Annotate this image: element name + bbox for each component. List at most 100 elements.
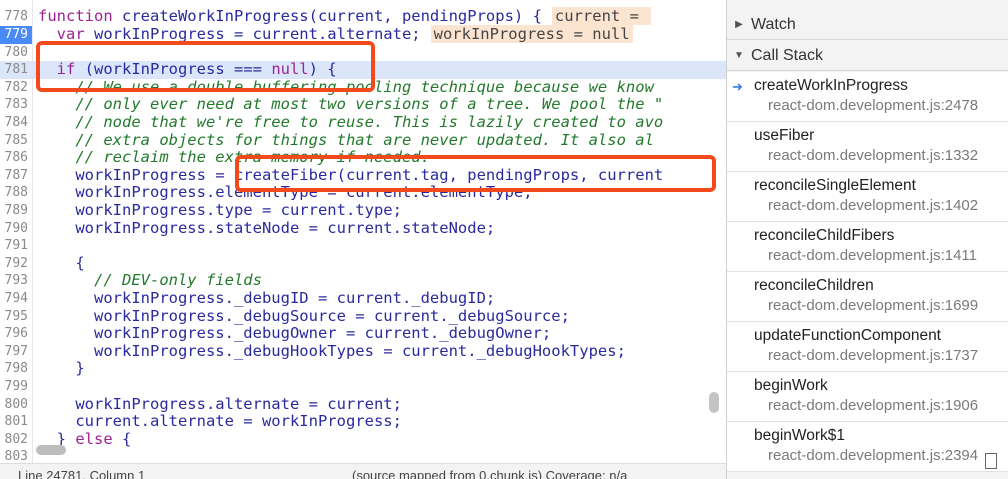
highlight-box-createfiber [235,155,716,192]
code-line[interactable]: 778 function createWorkInProgress(current… [0,7,726,26]
breakpoint-line-number[interactable]: 779 [0,26,32,44]
code-text: } [32,359,85,378]
code-line: 777 [0,0,726,6]
line-number[interactable]: 793 [0,272,32,290]
line-number[interactable]: 801 [0,413,32,431]
line-number[interactable]: 788 [0,184,32,202]
call-stack-frame[interactable]: beginWork react-dom.development.js:1906 [727,372,1008,422]
triangle-down-icon: ▼ [734,50,744,61]
line-number[interactable]: 783 [0,96,32,114]
line-number[interactable]: 802 [0,431,32,449]
code-token: { [38,253,85,272]
frame-function-name: reconcileSingleElement [754,177,916,194]
code-line[interactable]: 800 workInProgress.alternate = current; [0,395,726,414]
call-stack-label: Call Stack [751,46,824,64]
line-number[interactable]: 798 [0,360,32,378]
line-number[interactable]: 795 [0,308,32,326]
line-number[interactable]: 778 [0,8,32,26]
line-number[interactable]: 782 [0,79,32,97]
line-number[interactable]: 797 [0,343,32,361]
line-number[interactable]: 794 [0,290,32,308]
code-line[interactable]: 785 // extra objects for things that are… [0,130,726,150]
code-line[interactable]: 790 workInProgress.stateNode = current.s… [0,218,726,238]
call-stack-frame[interactable]: updateFunctionComponent react-dom.develop… [727,322,1008,372]
frame-function-name: createWorkInProgress [754,77,908,94]
code-text: // only ever need at most two versions o… [32,96,663,114]
vertical-scrollbar[interactable] [709,392,719,413]
code-text: // DEV-only fields [32,272,262,290]
frame-location: react-dom.development.js:1906 [768,397,979,414]
frame-location: react-dom.development.js:2394 [768,447,979,464]
code-comment: // only ever need at most two versions o… [38,95,664,114]
code-comment: // DEV-only fields [38,271,262,290]
call-stack-frame[interactable]: reconcileChildFibers react-dom.developmen… [727,222,1008,272]
code-line[interactable]: 795 workInProgress._debugSource = curren… [0,307,726,326]
cursor-position: Line 24781, Column 1 [18,468,146,479]
line-number[interactable]: 796 [0,325,32,343]
line-number[interactable]: 800 [0,396,32,414]
code-token: workInProgress.type = current.type; [38,201,402,219]
code-line[interactable]: 794 workInProgress._debugID = current._d… [0,289,726,308]
horizontal-scrollbar[interactable] [36,445,66,455]
status-bar: Line 24781, Column 1 (source mapped from… [0,463,726,479]
frame-function-name: updateFunctionComponent [754,327,941,344]
code-text: { [32,253,85,273]
frame-location: react-dom.development.js:2478 [768,97,979,114]
line-number[interactable]: 787 [0,167,32,185]
line-number[interactable]: 791 [0,237,32,255]
code-token: workInProgress._debugOwner = current._de… [38,324,552,343]
code-line[interactable]: 797 workInProgress._debugHookTypes = cur… [0,342,726,361]
code-text: workInProgress._debugSource = current._d… [32,307,570,326]
call-stack-frame[interactable]: reconcileChildren react-dom.development.j… [727,272,1008,322]
code-line[interactable]: 793 // DEV-only fields [0,272,726,290]
line-number[interactable]: 786 [0,149,32,167]
code-line[interactable]: 802 } else { [0,429,726,449]
code-line[interactable]: 798 } [0,360,726,378]
source-map-info: (source mapped from 0.chunk.js) Coverage… [352,468,628,479]
frame-function-name: reconcileChildFibers [754,227,895,244]
inline-value: workInProgress = null [430,25,633,43]
line-number[interactable]: 780 [0,44,32,62]
line-number[interactable]: 789 [0,202,32,220]
line-number[interactable]: 784 [0,114,32,132]
code-text: workInProgress._debugHookTypes = current… [32,342,626,361]
call-stack-frame[interactable]: beginWork$1 react-dom.development.js:2394 [727,422,1008,472]
code-line[interactable]: 799 [0,378,726,396]
code-comment: // extra objects for things that are nev… [38,130,654,149]
code-token: createWorkInProgress(current, pendingPro… [112,7,542,25]
code-text: // node that we're free to reuse. This i… [32,113,663,132]
frame-function-name: useFiber [754,127,815,144]
code-token: workInProgress.stateNode = current.state… [38,218,496,237]
call-stack-frame[interactable]: reconcileSingleElement react-dom.developm… [727,172,1008,222]
code-line[interactable]: 784 // node that we're free to reuse. Th… [0,113,726,132]
call-stack-section-header[interactable]: ▼ Call Stack [727,41,1008,71]
line-number[interactable]: 799 [0,378,32,396]
code-token: } [38,359,85,378]
code-line[interactable]: 783 // only ever need at most two versio… [0,96,726,114]
inline-value: current = [551,7,652,25]
code-token: else [75,429,113,448]
call-stack-frame[interactable]: useFiber react-dom.development.js:1332 [727,122,1008,172]
code-line[interactable]: 796 workInProgress._debugOwner = current… [0,324,726,343]
code-token: { [112,429,132,448]
panel-toggle-icon[interactable] [985,453,997,469]
frame-function-name: beginWork [754,377,828,394]
source-editor[interactable]: 777778function createWorkInProgress(curr… [0,0,726,479]
watch-label: Watch [751,15,796,33]
line-number[interactable]: 781 [0,61,32,79]
line-number[interactable]: 785 [0,132,32,150]
code-line[interactable]: 792 { [0,253,726,273]
code-token: workInProgress._debugID = current._debug… [38,289,496,307]
code-line[interactable]: 801 current.alternate = workInProgress; [0,412,726,431]
frame-location: react-dom.development.js:1402 [768,197,979,214]
code-text: function createWorkInProgress(current, p… [32,7,652,26]
frame-location: react-dom.development.js:1737 [768,347,979,364]
line-number[interactable]: 790 [0,220,32,238]
code-line[interactable]: 791 [0,237,726,255]
call-stack-frame[interactable]: ➜ createWorkInProgress react-dom.developme… [727,72,1008,122]
code-line[interactable]: 789 workInProgress.type = current.type; [0,201,726,220]
line-number[interactable]: 792 [0,255,32,273]
highlight-box-if-statement [36,41,375,92]
code-text: workInProgress.type = current.type; [32,201,402,220]
watch-section-header[interactable]: ▶ Watch [727,10,1008,40]
